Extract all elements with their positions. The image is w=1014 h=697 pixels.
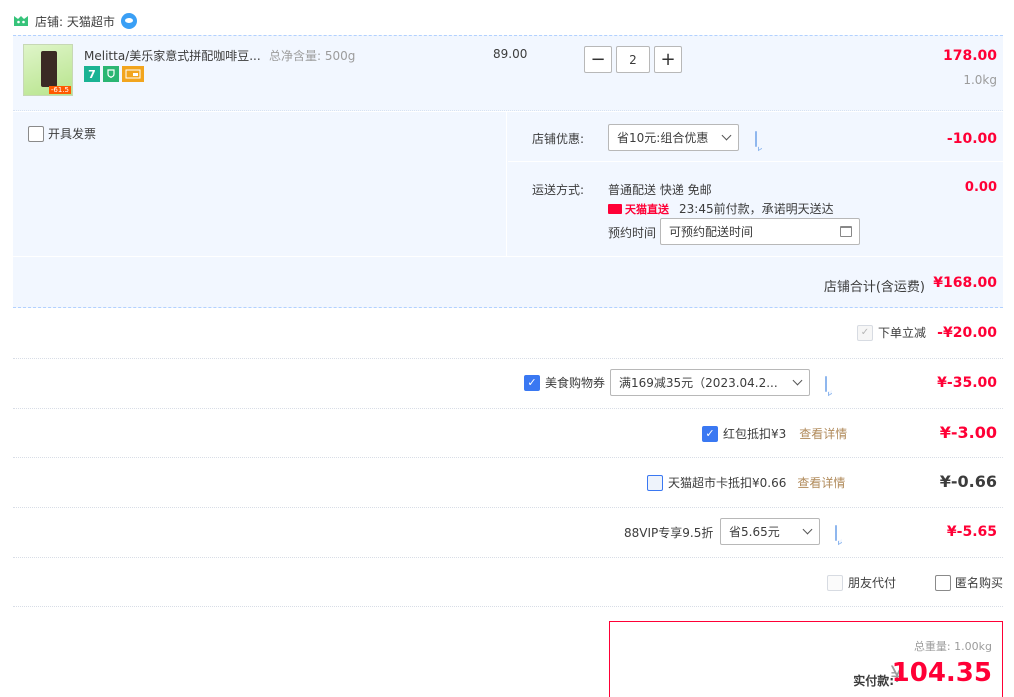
red-packet-label: 红包抵扣¥3 <box>723 427 787 441</box>
vip-discount-row: 88VIP专享9.5折 省5.65元 ¥-5.65 <box>13 508 1003 558</box>
order-options: 开具发票 店铺优惠: 省10元:组合优惠 -10.00 运送方式: 普通配送 快… <box>13 112 1003 308</box>
product-title[interactable]: Melitta/美乐家意式拼配咖啡豆... <box>84 47 261 64</box>
guarantee-icon <box>103 66 119 82</box>
instant-discount-row: 下单立减 -¥20.00 <box>13 309 1003 359</box>
credit-card-icon <box>122 66 144 82</box>
quantity-decrease-button[interactable]: − <box>584 46 612 73</box>
shop-total-label: 店铺合计(含运费) <box>823 280 925 295</box>
product-thumbnail[interactable]: -61.5 <box>23 44 73 96</box>
product-spec: 总净含量: 500g <box>269 49 356 63</box>
tmall-card-details-link[interactable]: 查看详情 <box>797 474 845 491</box>
invoice-label: 开具发票 <box>48 127 97 141</box>
invoice-option[interactable]: 开具发票 <box>28 125 96 142</box>
shop-discount-panel: 店铺优惠: 省10元:组合优惠 -10.00 <box>508 112 1003 162</box>
delivery-amount: 0.00 <box>964 180 997 195</box>
instant-discount-amount: -¥20.00 <box>937 325 997 341</box>
red-packet-checkbox[interactable] <box>702 425 718 442</box>
shop-total-row: 店铺合计(含运费) ¥168.00 <box>13 256 1003 308</box>
shop-discount-select[interactable]: 省10元:组合优惠 <box>608 124 739 151</box>
message-bubble-icon[interactable] <box>825 376 827 392</box>
payment-summary: 总重量: 1.00kg 实付款: ¥ 104.35 <box>609 621 1003 697</box>
schedule-time-input[interactable]: 可预约配送时间 <box>660 218 860 245</box>
calendar-icon[interactable] <box>840 226 852 237</box>
total-weight: 总重量: 1.00kg <box>913 640 992 653</box>
delivery-panel: 运送方式: 普通配送 快递 免邮 0.00 天猫直送 23:45前付款，承诺明天… <box>508 163 1003 256</box>
schedule-label: 预约时间 <box>608 226 657 240</box>
coupon-row: 美食购物券 满169减35元（2023.04.2... ¥-35.00 <box>13 359 1003 409</box>
red-packet-amount: ¥-3.00 <box>939 423 997 442</box>
quantity-input[interactable]: 2 <box>616 46 650 73</box>
delivery-method: 普通配送 快递 免邮 <box>608 183 712 197</box>
cart-item-row: -61.5 Melitta/美乐家意式拼配咖啡豆... 总净含量: 500g 7… <box>13 35 1003 111</box>
tmall-card-amount: ¥-0.66 <box>939 472 997 491</box>
item-subtotal: 178.00 <box>942 48 997 64</box>
instant-discount-checkbox <box>856 324 873 341</box>
delivery-promise-row: 天猫直送 23:45前付款，承诺明天送达 <box>608 200 834 217</box>
coupon-select[interactable]: 满169减35元（2023.04.2... <box>610 369 810 396</box>
vip-discount-amount: ¥-5.65 <box>946 524 997 540</box>
tmall-card-label: 天猫超市卡抵扣¥0.66 <box>668 476 787 490</box>
instant-discount-label: 下单立减 <box>877 326 926 340</box>
chevron-down-icon <box>802 524 813 535</box>
coupon-amount: ¥-35.00 <box>937 375 997 391</box>
message-bubble-icon[interactable] <box>835 525 837 541</box>
item-weight: 1.0kg <box>963 73 997 87</box>
delivery-label: 运送方式: <box>532 183 585 197</box>
chevron-down-icon <box>792 375 803 386</box>
actual-payment-label: 实付款: <box>853 674 894 688</box>
thumbnail-price-tag: -61.5 <box>48 86 71 94</box>
shop-name[interactable]: 店铺: 天猫超市 <box>35 13 115 30</box>
friend-pay-checkbox[interactable] <box>827 574 843 591</box>
red-packet-row: 红包抵扣¥3 查看详情 ¥-3.00 <box>13 409 1003 458</box>
coffee-bag-image <box>41 51 57 87</box>
chevron-down-icon <box>721 130 732 141</box>
tmall-card-checkbox[interactable] <box>647 474 663 491</box>
anonymous-purchase-checkbox[interactable] <box>935 574 951 591</box>
quantity-increase-button[interactable]: + <box>654 46 682 73</box>
vip-discount-select[interactable]: 省5.65元 <box>720 518 820 545</box>
seven-day-return-icon: 7 <box>84 66 100 82</box>
tmall-direct-badge: 天猫直送 <box>608 201 669 217</box>
wangwang-chat-icon[interactable] <box>120 13 137 29</box>
invoice-panel: 开具发票 <box>13 112 507 256</box>
coupon-checkbox[interactable] <box>524 374 540 391</box>
invoice-checkbox[interactable] <box>28 125 44 142</box>
red-packet-details-link[interactable]: 查看详情 <box>799 425 847 442</box>
shop-header: 店铺: 天猫超市 <box>13 10 137 32</box>
message-bubble-icon[interactable] <box>755 131 757 147</box>
quantity-stepper: − 2 + <box>584 46 682 73</box>
tmall-card-row: 天猫超市卡抵扣¥0.66 查看详情 ¥-0.66 <box>13 458 1003 508</box>
vip-discount-label: 88VIP专享9.5折 <box>624 526 714 540</box>
tmall-cat-icon <box>608 203 622 214</box>
coupon-label: 美食购物券 <box>545 376 606 390</box>
actual-payment-amount: 104.35 <box>891 658 992 688</box>
anonymous-purchase-label: 匿名购买 <box>955 576 1004 590</box>
shop-total-amount: ¥168.00 <box>933 275 997 291</box>
shop-discount-label: 店铺优惠: <box>532 132 585 146</box>
delivery-promise: 23:45前付款，承诺明天送达 <box>679 202 834 216</box>
extra-options-row: 朋友代付 匿名购买 <box>13 558 1003 607</box>
shop-discount-amount: -10.00 <box>946 131 997 147</box>
product-badges: 7 <box>84 66 144 82</box>
tmall-shop-icon <box>14 16 28 26</box>
unit-price: 89.00 <box>493 47 528 61</box>
friend-pay-label: 朋友代付 <box>848 576 897 590</box>
